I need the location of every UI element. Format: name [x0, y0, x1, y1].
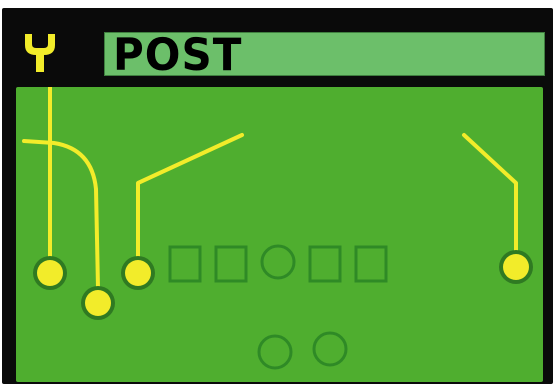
lineman-right-guard: [308, 245, 342, 283]
backfield: [257, 331, 348, 370]
play-diagram: [22, 87, 533, 370]
lineman-left-guard: [214, 245, 248, 283]
receiver-left-slot-dot: [85, 290, 111, 316]
playing-field: [16, 87, 543, 382]
route-corner-right: [462, 133, 518, 259]
play-header: POST: [10, 25, 547, 81]
receiver-left-outside-dot: [37, 260, 63, 286]
lineman-center: [260, 244, 296, 280]
receivers: [33, 250, 533, 320]
back-right: [312, 331, 348, 367]
play-title: POST: [113, 28, 243, 81]
lineman-right-tackle: [354, 245, 388, 283]
receiver-right-wide-dot: [503, 254, 529, 280]
offensive-line: [168, 244, 388, 283]
receiver-tight-end-dot: [125, 260, 151, 286]
lineman-left-tackle: [168, 245, 202, 283]
route-post: [136, 133, 244, 263]
play-title-bar: POST: [104, 28, 545, 81]
back-left: [257, 334, 293, 370]
y-formation-icon: [25, 34, 55, 72]
play-card: POST: [2, 8, 553, 384]
